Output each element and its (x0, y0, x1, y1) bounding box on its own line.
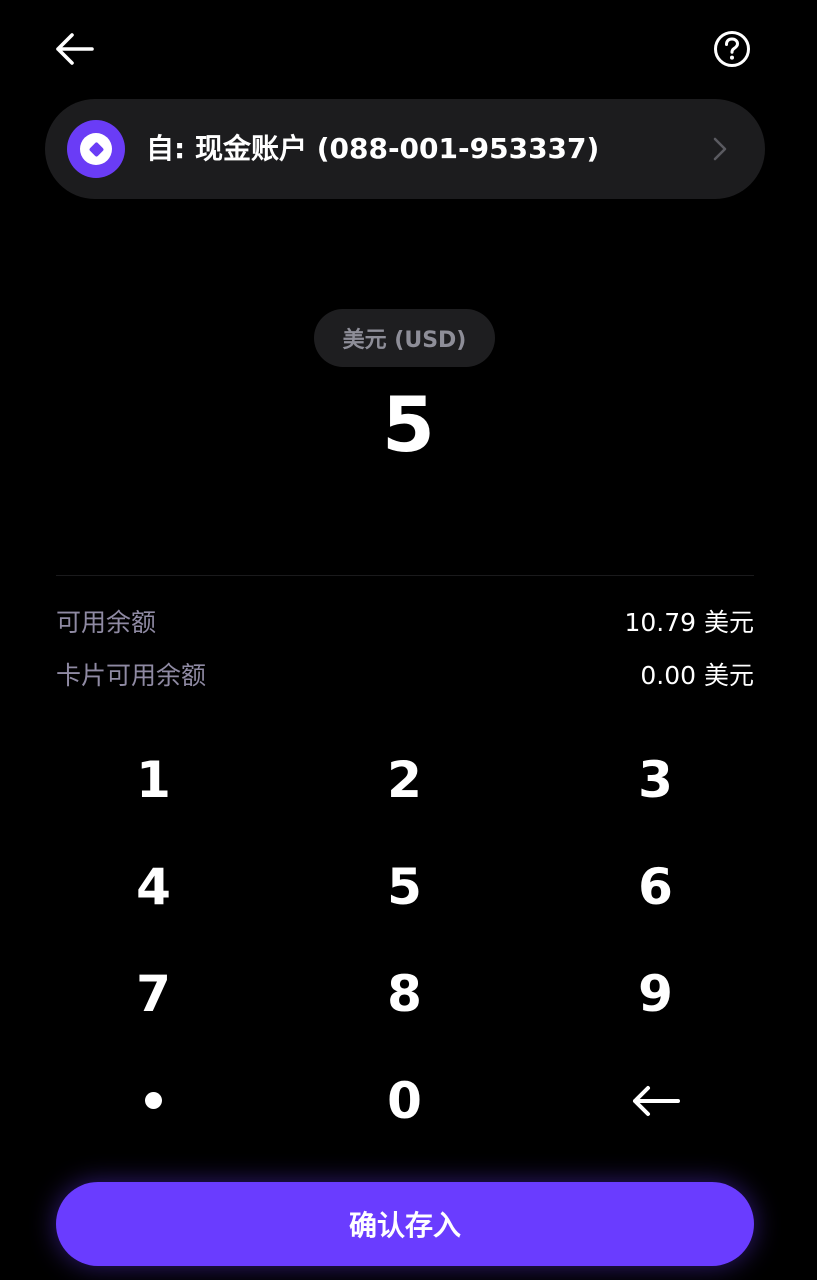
top-bar (0, 0, 817, 100)
source-account-selector[interactable]: 自: 现金账户 (088-001-953337) (45, 99, 765, 199)
chevron-right-icon (713, 137, 727, 161)
key-9[interactable]: 9 (530, 940, 781, 1047)
source-account-label: 自: 现金账户 (088-001-953337) (146, 132, 600, 165)
help-button[interactable] (708, 26, 756, 72)
key-6[interactable]: 6 (530, 833, 781, 940)
key-decimal[interactable] (28, 1047, 279, 1154)
card-balance-value: 0.00 美元 (640, 661, 754, 690)
confirm-deposit-button[interactable]: 确认存入 (56, 1182, 754, 1266)
diamond-logo-icon (67, 120, 125, 178)
card-balance-row: 卡片可用余额 0.00 美元 (56, 654, 754, 694)
key-2[interactable]: 2 (279, 726, 530, 833)
key-4[interactable]: 4 (28, 833, 279, 940)
available-balance-label: 可用余额 (56, 608, 157, 637)
divider (56, 575, 754, 576)
numeric-keypad: 1 2 3 4 5 6 7 8 9 0 (28, 726, 781, 1154)
amount-display: 5 (382, 380, 435, 469)
arrow-left-icon (56, 33, 94, 65)
key-1[interactable]: 1 (28, 726, 279, 833)
key-8[interactable]: 8 (279, 940, 530, 1047)
key-0[interactable]: 0 (279, 1047, 530, 1154)
key-7[interactable]: 7 (28, 940, 279, 1047)
currency-selector[interactable]: 美元 (USD) (314, 309, 495, 367)
available-balance-row: 可用余额 10.79 美元 (56, 601, 754, 641)
key-3[interactable]: 3 (530, 726, 781, 833)
decimal-point-icon (145, 1092, 162, 1109)
card-balance-label: 卡片可用余额 (56, 661, 207, 690)
available-balance-value: 10.79 美元 (624, 608, 754, 637)
key-backspace[interactable] (530, 1047, 781, 1154)
question-circle-icon (714, 31, 750, 67)
back-button[interactable] (50, 26, 98, 72)
backspace-arrow-icon (632, 1085, 680, 1116)
key-5[interactable]: 5 (279, 833, 530, 940)
